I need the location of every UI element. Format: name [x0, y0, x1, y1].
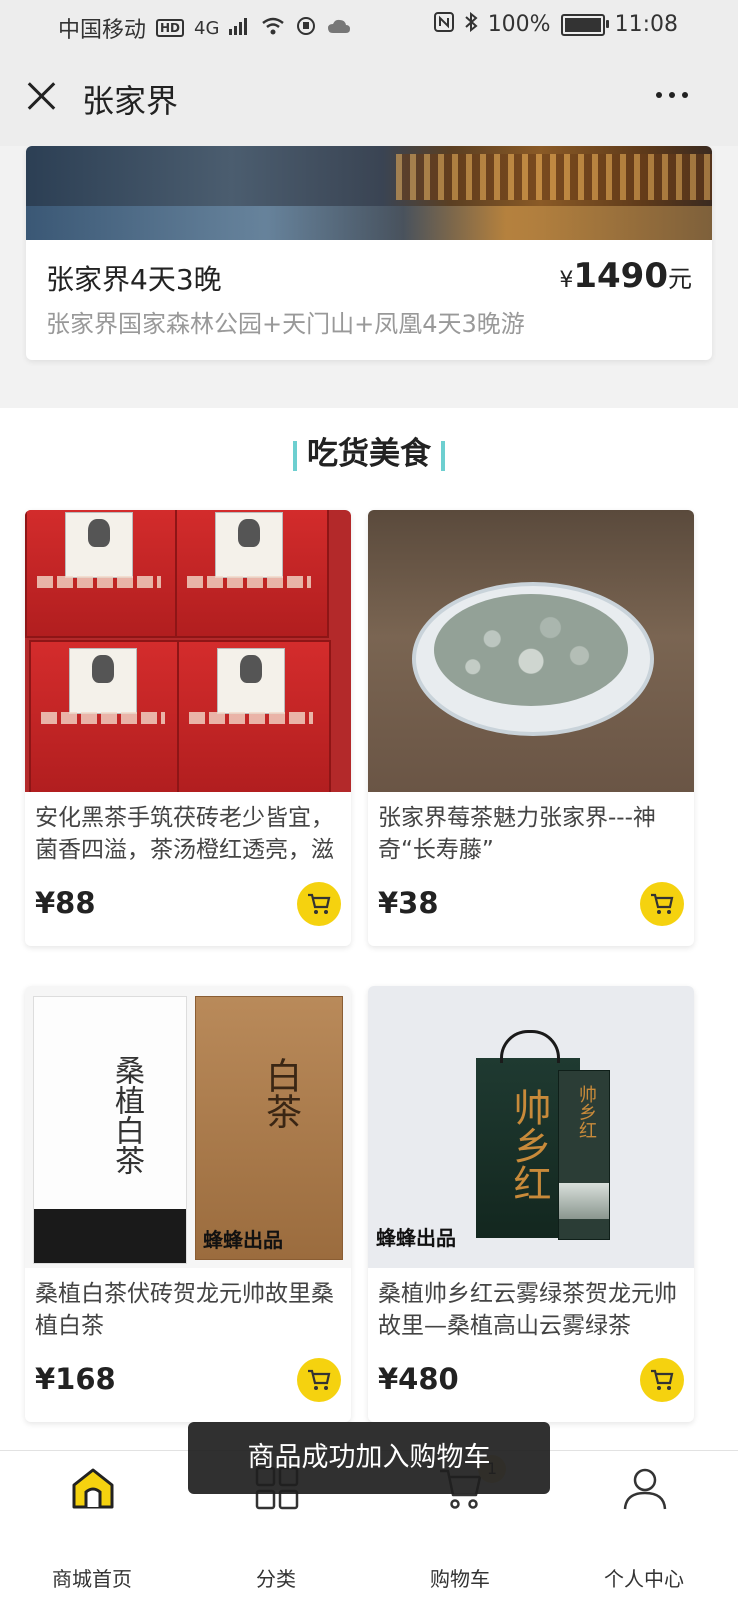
- hd-badge: HD: [156, 19, 185, 37]
- cloud-icon: [327, 18, 351, 39]
- tour-price-amount: 1490: [573, 256, 668, 296]
- image-stamp-text: 蜂蜂出品: [203, 1228, 283, 1252]
- product-name[interactable]: 桑植白茶伏砖贺龙元帅故里桑植白茶: [35, 1278, 341, 1342]
- product-image[interactable]: 桑植白茶 白茶 蜂蜂出品: [25, 986, 351, 1268]
- product-price: ¥38: [378, 886, 439, 920]
- close-icon[interactable]: [20, 74, 64, 118]
- product-name[interactable]: 张家界莓茶魅力张家界---神奇“长寿藤”: [378, 802, 684, 866]
- product-image[interactable]: 帅乡红 帅乡红 蜂蜂出品: [368, 986, 694, 1268]
- tab-home[interactable]: 商城首页: [0, 1451, 184, 1601]
- product-name[interactable]: 桑植帅乡红云雾绿茶贺龙元帅故里—桑植高山云雾绿茶: [378, 1278, 684, 1342]
- tour-price-currency: ¥: [559, 268, 574, 293]
- product-price: ¥88: [35, 886, 96, 920]
- tour-price-unit: 元: [668, 265, 692, 293]
- page-title: 张家界: [82, 82, 179, 120]
- product-card[interactable]: 桑植白茶 白茶 蜂蜂出品 桑植白茶伏砖贺龙元帅故里桑植白茶 ¥168: [25, 986, 351, 1422]
- nfc-icon: [433, 12, 454, 37]
- section-title-text: 吃货美食: [307, 436, 431, 472]
- product-price: ¥480: [378, 1362, 459, 1396]
- gift-bag-text: 帅乡红: [507, 1088, 551, 1202]
- tab-label: 商城首页: [52, 1567, 132, 1591]
- product-price: ¥168: [35, 1362, 116, 1396]
- product-card[interactable]: 帅乡红 帅乡红 蜂蜂出品 桑植帅乡红云雾绿茶贺龙元帅故里—桑植高山云雾绿茶 ¥4…: [368, 986, 694, 1422]
- home-icon: [72, 1468, 114, 1509]
- network-type: 4G: [194, 17, 220, 39]
- product-image[interactable]: [368, 510, 694, 792]
- gift-box-text: 帅乡红: [576, 1085, 597, 1139]
- notification-icon: [295, 16, 317, 41]
- tour-name: 张家界4天3晚: [46, 263, 222, 296]
- nav-header: 张家界: [0, 52, 738, 146]
- product-card[interactable]: 安化黑茶手筑茯砖老少皆宜，菌香四溢，茶汤橙红透亮，滋 ¥88: [25, 510, 351, 946]
- add-to-cart-button[interactable]: [297, 1358, 341, 1402]
- carrier-text: 中国移动: [58, 18, 147, 43]
- status-bar: 中国移动 HD 4G 100% 11:08: [0, 0, 738, 52]
- signal-icon: [229, 17, 251, 40]
- title-accent-left: [293, 440, 297, 471]
- main-content[interactable]: 张家界4天3晚 ¥1490元 张家界国家森林公园+天门山+凤凰4天3晚游 吃货美…: [0, 146, 738, 1450]
- tab-label: 分类: [256, 1567, 296, 1591]
- title-accent-right: [441, 440, 445, 471]
- cart-icon: [308, 893, 331, 914]
- product-name[interactable]: 安化黑茶手筑茯砖老少皆宜，菌香四溢，茶汤橙红透亮，滋: [35, 802, 341, 866]
- user-icon: [623, 1468, 667, 1510]
- tab-label: 购物车: [430, 1567, 490, 1591]
- cart-icon: [308, 1369, 331, 1390]
- tab-label: 个人中心: [604, 1567, 684, 1591]
- add-to-cart-button[interactable]: [640, 882, 684, 926]
- image-stamp-text: 蜂蜂出品: [376, 1226, 456, 1250]
- section-title: 吃货美食: [0, 428, 738, 473]
- tour-photo: [26, 146, 712, 240]
- more-icon[interactable]: [656, 92, 688, 98]
- product-image[interactable]: [25, 510, 351, 792]
- status-left: 中国移动 HD 4G: [58, 12, 351, 44]
- cart-icon: [651, 1369, 674, 1390]
- tour-description: 张家界国家森林公园+天门山+凤凰4天3晚游: [46, 310, 525, 338]
- battery-percent: 100%: [487, 12, 551, 37]
- add-to-cart-button[interactable]: [640, 1358, 684, 1402]
- tour-price: ¥1490元: [559, 256, 692, 296]
- cart-icon: [651, 893, 674, 914]
- pack-white-text: 桑植白茶: [109, 1055, 144, 1175]
- tab-profile[interactable]: 个人中心: [552, 1451, 736, 1601]
- bluetooth-icon: [464, 11, 478, 37]
- status-right: 100% 11:08: [433, 11, 678, 37]
- pack-kraft-text: 白茶: [260, 1057, 301, 1129]
- toast-message: 商品成功加入购物车: [188, 1422, 550, 1494]
- add-to-cart-button[interactable]: [297, 882, 341, 926]
- clock-time: 11:08: [614, 12, 678, 37]
- product-card[interactable]: 张家界莓茶魅力张家界---神奇“长寿藤” ¥38: [368, 510, 694, 946]
- tour-card[interactable]: 张家界4天3晚 ¥1490元 张家界国家森林公园+天门山+凤凰4天3晚游: [26, 146, 712, 360]
- battery-icon: [560, 13, 609, 36]
- wifi-icon: [261, 17, 285, 40]
